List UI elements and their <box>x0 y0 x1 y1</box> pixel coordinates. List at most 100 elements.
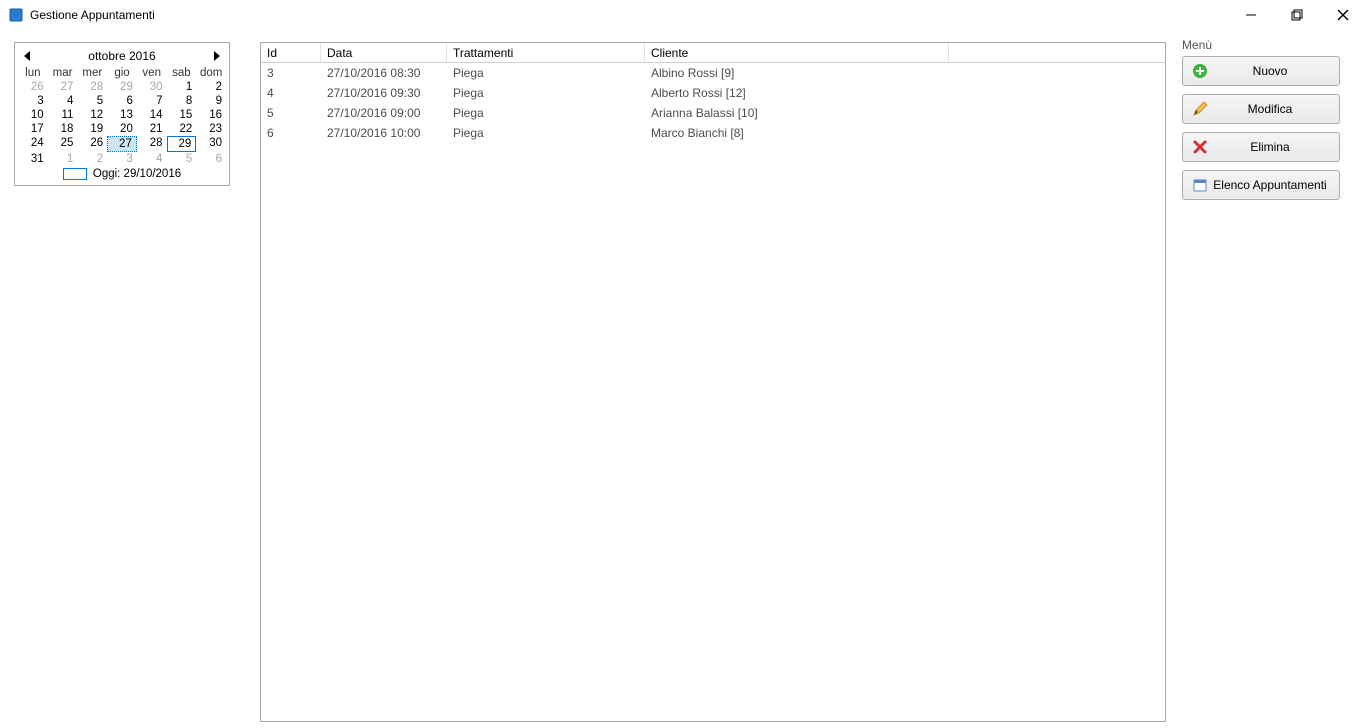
table-cell-data: 27/10/2016 09:00 <box>321 103 447 123</box>
table-row[interactable]: 327/10/2016 08:30PiegaAlbino Rossi [9] <box>261 63 1165 83</box>
modifica-button[interactable]: Modifica <box>1182 94 1340 124</box>
table-cell-cliente: Alberto Rossi [12] <box>645 83 949 103</box>
calendar-day[interactable]: 19 <box>77 122 107 136</box>
pencil-icon <box>1191 100 1209 118</box>
table-cell-blank <box>949 63 1165 83</box>
calendar-day[interactable]: 31 <box>18 152 48 166</box>
calendar-day[interactable]: 11 <box>48 108 78 122</box>
calendar-dayname: lun <box>18 66 48 80</box>
calendar-prev-button[interactable] <box>20 48 36 64</box>
table-cell-id: 5 <box>261 103 321 123</box>
table-cell-trattamenti: Piega <box>447 83 645 103</box>
calendar-day[interactable]: 28 <box>137 136 167 152</box>
table-body: 327/10/2016 08:30PiegaAlbino Rossi [9]42… <box>261 63 1165 143</box>
elenco-button[interactable]: Elenco Appuntamenti <box>1182 170 1340 200</box>
maximize-button[interactable] <box>1274 0 1320 30</box>
calendar-day[interactable]: 29 <box>167 136 197 152</box>
table-cell-data: 27/10/2016 09:30 <box>321 83 447 103</box>
calendar-day[interactable]: 3 <box>18 94 48 108</box>
table-cell-cliente: Arianna Balassi [10] <box>645 103 949 123</box>
calendar-day[interactable]: 16 <box>196 108 226 122</box>
calendar-dayname: mar <box>48 66 78 80</box>
calendar-day[interactable]: 10 <box>18 108 48 122</box>
minimize-button[interactable] <box>1228 0 1274 30</box>
calendar-day[interactable]: 27 <box>107 136 137 152</box>
modifica-label: Modifica <box>1209 102 1331 116</box>
col-data[interactable]: Data <box>321 43 447 62</box>
window-controls <box>1228 0 1366 30</box>
calendar-day[interactable]: 29 <box>107 80 137 94</box>
calendar-day[interactable]: 6 <box>107 94 137 108</box>
calendar-day[interactable]: 5 <box>167 152 197 166</box>
table-cell-blank <box>949 123 1165 143</box>
col-trattamenti[interactable]: Trattamenti <box>447 43 645 62</box>
window-title: Gestione Appuntamenti <box>30 8 155 22</box>
calendar-day[interactable]: 30 <box>196 136 226 152</box>
calendar-day[interactable]: 8 <box>167 94 197 108</box>
calendar-day[interactable]: 21 <box>137 122 167 136</box>
calendar-day[interactable]: 13 <box>107 108 137 122</box>
calendar-day[interactable]: 24 <box>18 136 48 152</box>
calendar-day[interactable]: 4 <box>48 94 78 108</box>
table-cell-trattamenti: Piega <box>447 123 645 143</box>
app-icon <box>8 7 24 23</box>
calendar-dayname: ven <box>137 66 167 80</box>
calendar-dayname: mer <box>77 66 107 80</box>
calendar-day[interactable]: 18 <box>48 122 78 136</box>
calendar-day[interactable]: 23 <box>196 122 226 136</box>
calendar-today-label: Oggi: 29/10/2016 <box>93 168 181 180</box>
calendar-day[interactable]: 4 <box>137 152 167 166</box>
table-cell-cliente: Marco Bianchi [8] <box>645 123 949 143</box>
calendar-dayname: gio <box>107 66 137 80</box>
col-blank[interactable] <box>949 43 1165 62</box>
calendar-day[interactable]: 1 <box>48 152 78 166</box>
calendar-day[interactable]: 14 <box>137 108 167 122</box>
calendar-day[interactable]: 2 <box>196 80 226 94</box>
table-row[interactable]: 627/10/2016 10:00PiegaMarco Bianchi [8] <box>261 123 1165 143</box>
calendar-next-button[interactable] <box>208 48 224 64</box>
elimina-label: Elimina <box>1209 140 1331 154</box>
calendar-day[interactable]: 25 <box>48 136 78 152</box>
calendar: ottobre 2016 lunmarmergiovensabdom 26272… <box>14 42 230 186</box>
table-row[interactable]: 427/10/2016 09:30PiegaAlberto Rossi [12] <box>261 83 1165 103</box>
calendar-grid: 2627282930123456789101112131415161718192… <box>18 80 226 166</box>
calendar-day[interactable]: 30 <box>137 80 167 94</box>
today-swatch-icon <box>63 168 87 180</box>
calendar-title[interactable]: ottobre 2016 <box>88 49 155 63</box>
calendar-dayname: sab <box>167 66 197 80</box>
calendar-today-row[interactable]: Oggi: 29/10/2016 <box>18 168 226 180</box>
calendar-day[interactable]: 26 <box>18 80 48 94</box>
elenco-label: Elenco Appuntamenti <box>1209 178 1331 192</box>
table-cell-blank <box>949 103 1165 123</box>
col-cliente[interactable]: Cliente <box>645 43 949 62</box>
calendar-day[interactable]: 7 <box>137 94 167 108</box>
elimina-button[interactable]: Elimina <box>1182 132 1340 162</box>
table-row[interactable]: 527/10/2016 09:00PiegaArianna Balassi [1… <box>261 103 1165 123</box>
table-cell-id: 4 <box>261 83 321 103</box>
delete-x-icon <box>1191 138 1209 156</box>
calendar-icon <box>1191 176 1209 194</box>
calendar-day[interactable]: 6 <box>196 152 226 166</box>
calendar-day[interactable]: 15 <box>167 108 197 122</box>
calendar-day[interactable]: 1 <box>167 80 197 94</box>
calendar-day[interactable]: 28 <box>77 80 107 94</box>
calendar-day[interactable]: 9 <box>196 94 226 108</box>
calendar-day[interactable]: 26 <box>77 136 107 152</box>
calendar-day[interactable]: 12 <box>77 108 107 122</box>
menu-panel: Menù Nuovo Modifica Elimina Elenco Appun… <box>1182 38 1352 208</box>
calendar-day[interactable]: 27 <box>48 80 78 94</box>
calendar-day[interactable]: 5 <box>77 94 107 108</box>
calendar-day[interactable]: 3 <box>107 152 137 166</box>
col-id[interactable]: Id <box>261 43 321 62</box>
nuovo-button[interactable]: Nuovo <box>1182 56 1340 86</box>
calendar-day[interactable]: 22 <box>167 122 197 136</box>
calendar-day[interactable]: 17 <box>18 122 48 136</box>
table-header-row: Id Data Trattamenti Cliente <box>261 43 1165 63</box>
table-cell-cliente: Albino Rossi [9] <box>645 63 949 83</box>
calendar-day[interactable]: 20 <box>107 122 137 136</box>
calendar-day[interactable]: 2 <box>77 152 107 166</box>
nuovo-label: Nuovo <box>1209 64 1331 78</box>
menu-title: Menù <box>1182 38 1352 52</box>
table-cell-id: 6 <box>261 123 321 143</box>
close-button[interactable] <box>1320 0 1366 30</box>
